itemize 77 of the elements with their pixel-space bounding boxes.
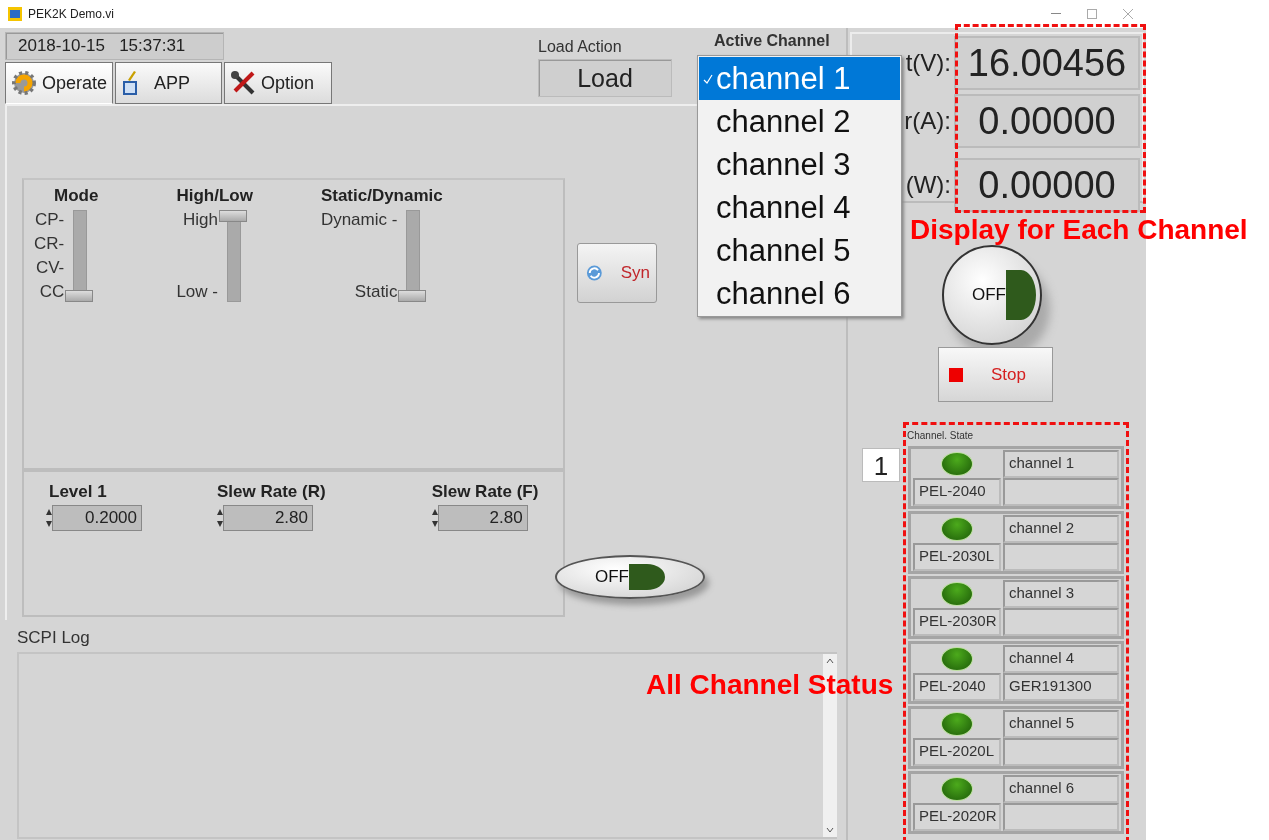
slider-thumb[interactable]: [65, 290, 94, 302]
readout-label: r(A):: [904, 107, 951, 135]
model-field: PEL-2030R: [913, 608, 1001, 636]
model-field: PEL-2040: [913, 478, 1001, 506]
channel-name-field: channel 1: [1003, 450, 1119, 478]
check-icon: [703, 73, 713, 84]
numeric-label: Slew Rate (R): [217, 482, 326, 502]
tools-icon: [229, 69, 257, 97]
stop-icon: [949, 367, 963, 382]
menu-item[interactable]: channel 3: [699, 143, 900, 186]
slider-label: CP-: [34, 210, 65, 230]
model-field: PEL-2020R: [913, 803, 1001, 831]
load-action-display: Load: [538, 59, 672, 97]
slider-track[interactable]: [218, 210, 249, 302]
channel-state-label: Channel. State: [907, 430, 974, 441]
readout-value: 0.00000: [954, 158, 1140, 212]
slider-track[interactable]: [398, 210, 429, 302]
readout-label: t(V):: [905, 49, 951, 77]
output-button[interactable]: OFF: [942, 245, 1042, 345]
annotation-text: Display for Each Channel: [910, 214, 1248, 246]
slider-label: Low -: [176, 282, 218, 302]
slider-label: High: [183, 210, 218, 230]
slider-label: CV-: [35, 258, 65, 278]
readout-value: 16.00456: [954, 36, 1140, 90]
slider-title: Static/Dynamic: [320, 186, 443, 206]
date-time-display: 2018-10-15 15:37:31: [5, 32, 224, 60]
menu-item[interactable]: channel 1: [699, 57, 900, 100]
channel-name-field: channel 6: [1003, 775, 1119, 803]
slider-label: CR-: [34, 234, 65, 254]
window-title: PEK2K Demo.vi: [28, 7, 115, 21]
maximize-icon[interactable]: [1087, 9, 1097, 19]
minimize-icon[interactable]: [1051, 13, 1061, 15]
readout-value: 0.00000: [954, 94, 1140, 148]
slider-label: Dynamic -: [320, 210, 398, 230]
tab[interactable]: Option: [224, 62, 332, 104]
numeric-field[interactable]: 2.80: [223, 505, 313, 531]
load-switch[interactable]: OFF: [555, 555, 705, 599]
menu-item[interactable]: channel 2: [699, 100, 900, 143]
index-field[interactable]: 1: [862, 448, 900, 482]
refresh-icon: [586, 264, 603, 282]
model-field: PEL-2040: [913, 673, 1001, 701]
numeric-field[interactable]: 0.2000: [52, 505, 142, 531]
slider-label: Static: [354, 282, 398, 302]
menu-item[interactable]: channel 5: [699, 229, 900, 272]
slider-thumb[interactable]: [398, 290, 427, 302]
readout-label: (W):: [905, 171, 951, 199]
active-channel-label: Active Channel: [714, 31, 830, 50]
model-field: PEL-2020L: [913, 738, 1001, 766]
menu-item[interactable]: channel 4: [699, 186, 900, 229]
close-icon[interactable]: [1123, 9, 1133, 19]
tab[interactable]: APP: [115, 62, 222, 104]
channel-name-field: channel 2: [1003, 515, 1119, 543]
scroll-up-icon[interactable]: [826, 658, 834, 664]
slider-label: CC: [39, 282, 65, 302]
slider-title: Mode: [54, 186, 99, 206]
slider-title: High/Low: [176, 186, 253, 206]
channel-name-field: channel 5: [1003, 710, 1119, 738]
load-action-label: Load Action: [538, 38, 623, 56]
slider-track[interactable]: [65, 210, 96, 302]
annotation-text: All Channel Status: [646, 669, 894, 701]
scpi-log-label: SCPI Log: [17, 628, 91, 648]
channel-name-field: channel 4: [1003, 645, 1119, 673]
numeric-field[interactable]: 2.80: [437, 505, 528, 531]
app-icon: [8, 7, 22, 21]
stop-button[interactable]: Stop: [938, 347, 1053, 402]
channel-name-field: channel 3: [1003, 580, 1119, 608]
menu-item[interactable]: channel 6: [699, 272, 900, 315]
scroll-down-icon[interactable]: [826, 827, 834, 833]
model-field: PEL-2030L: [913, 543, 1001, 571]
numeric-label: Level 1: [49, 482, 108, 502]
tab[interactable]: Operate: [5, 62, 113, 104]
sync-button[interactable]: Syn: [577, 243, 657, 303]
serial-field: GER191300: [1003, 673, 1119, 701]
numeric-label: Slew Rate (F): [431, 482, 539, 502]
calculator-icon: [120, 69, 140, 97]
gear-icon: [10, 69, 38, 97]
slider-thumb[interactable]: [218, 210, 247, 222]
